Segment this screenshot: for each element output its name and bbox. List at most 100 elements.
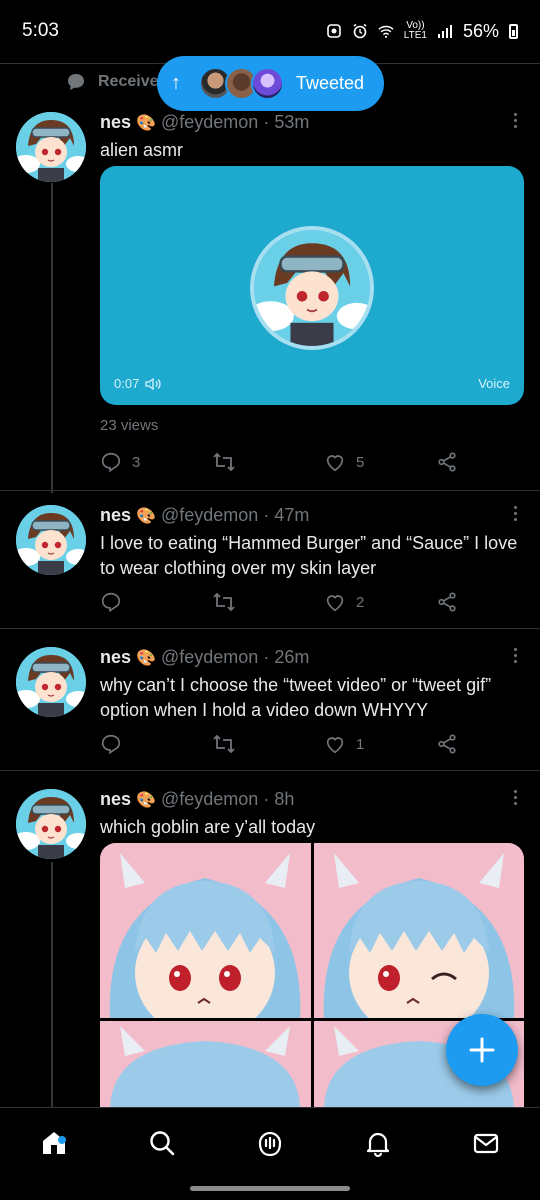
nav-spaces[interactable] [250, 1128, 290, 1168]
share-icon [438, 592, 456, 612]
alarm-icon [353, 23, 367, 39]
like-count: 1 [356, 735, 365, 753]
more-options-icon[interactable] [514, 790, 518, 808]
display-name[interactable]: nes [100, 505, 131, 525]
handle[interactable]: @feydemon [161, 112, 258, 132]
media-image[interactable] [313, 843, 524, 1018]
display-name[interactable]: nes [100, 647, 131, 667]
share-button[interactable] [436, 591, 460, 613]
heart-icon [326, 737, 344, 754]
retweet-button[interactable] [212, 733, 324, 755]
timestamp[interactable]: 8h [274, 789, 294, 809]
display-name[interactable]: nes [100, 112, 131, 132]
retweet-button[interactable] [212, 591, 324, 613]
voice-avatar [250, 226, 374, 350]
share-icon [438, 734, 456, 754]
tweet-actions: 1 [100, 731, 460, 757]
share-button[interactable] [436, 733, 460, 755]
tweet-header: nes 🎨 @feydemon · 53m [100, 110, 524, 136]
timestamp[interactable]: 47m [274, 505, 309, 525]
tweet-actions: 3 5 [100, 449, 460, 475]
avatar[interactable] [16, 647, 86, 717]
speaker-icon[interactable] [145, 377, 161, 391]
spaces-icon [258, 1131, 282, 1157]
tweet[interactable]: nes 🎨 @feydemon · 47m I love to eating “… [0, 503, 540, 628]
bell-icon [366, 1132, 390, 1158]
arrow-up-icon: ↑ [171, 72, 181, 94]
nav-search[interactable] [142, 1128, 182, 1168]
tweet-header: nes 🎨 @feydemon · 8h [100, 787, 524, 813]
voice-label: Voice [478, 376, 510, 391]
more-options-icon[interactable] [514, 648, 518, 666]
nav-home[interactable] [34, 1128, 74, 1168]
like-button[interactable]: 2 [324, 591, 436, 613]
wifi-icon [378, 25, 394, 38]
reply-button[interactable] [100, 591, 212, 613]
more-options-icon[interactable] [514, 113, 518, 131]
tweet[interactable]: nes 🎨 @feydemon · 26m why can’t I choose… [0, 645, 540, 770]
figure-photo [100, 1021, 310, 1108]
retweet-button[interactable] [212, 451, 324, 473]
like-count: 2 [356, 593, 365, 611]
nav-messages[interactable] [466, 1128, 506, 1168]
reply-button[interactable] [100, 733, 212, 755]
separator-dot: · [263, 112, 270, 132]
mail-icon [473, 1133, 499, 1154]
share-icon [438, 452, 456, 472]
like-button[interactable]: 5 [324, 451, 436, 473]
timestamp[interactable]: 53m [274, 112, 309, 132]
voice-duration: 0:07 [114, 376, 161, 391]
share-button[interactable] [436, 451, 460, 473]
display-name[interactable]: nes [100, 789, 131, 809]
handle[interactable]: @feydemon [161, 505, 258, 525]
tweet-divider [0, 490, 540, 491]
notification-dot [58, 1136, 66, 1144]
like-button[interactable]: 1 [324, 733, 436, 755]
media-image[interactable] [100, 843, 311, 1018]
heart-icon [326, 595, 344, 612]
media-image[interactable] [100, 1021, 311, 1108]
tweet-divider [0, 770, 540, 771]
figure-photo [100, 843, 310, 1018]
avatar[interactable] [16, 789, 86, 859]
reply-count: 3 [132, 453, 141, 471]
signal-icon [437, 25, 452, 38]
tweet-text: I love to eating “Hammed Burger” and “Sa… [100, 533, 518, 578]
profile-illustration [16, 789, 86, 859]
separator-dot: · [263, 505, 270, 525]
avatar[interactable] [16, 112, 86, 182]
status-icons: Vo)) LTE1 56% [326, 21, 518, 42]
views-count[interactable]: 23 views [100, 417, 158, 434]
voice-duration-text: 0:07 [114, 376, 140, 391]
tweet-text: which goblin are y’all today [100, 817, 316, 837]
new-tweets-pill[interactable]: ↑ Tweeted [157, 56, 384, 111]
separator-dot: · [263, 789, 270, 809]
tweet-body: nes 🎨 @feydemon · 47m I love to eating “… [100, 503, 524, 581]
retweet-icon [213, 452, 235, 472]
retweet-icon [213, 592, 235, 612]
name-emoji: 🎨 [136, 508, 156, 525]
home-indicator[interactable] [190, 1186, 350, 1191]
voice-card[interactable]: 0:07 Voice [100, 166, 524, 405]
lte-indicator: Vo)) LTE1 [404, 21, 427, 41]
avatar [251, 67, 284, 100]
avatar[interactable] [16, 505, 86, 575]
reply-button[interactable]: 3 [100, 451, 212, 473]
plus-icon [469, 1037, 495, 1063]
profile-illustration [16, 647, 86, 717]
heart-icon [326, 455, 344, 472]
tweet-text: alien asmr [100, 140, 184, 160]
more-options-icon[interactable] [514, 506, 518, 524]
received-row: Receive [66, 72, 159, 92]
battery-icon [509, 23, 518, 39]
name-emoji: 🎨 [136, 792, 156, 809]
compose-button[interactable] [446, 1014, 518, 1086]
tweet-body: nes 🎨 @feydemon · 8h which goblin are y’… [100, 787, 524, 840]
nav-notifications[interactable] [358, 1128, 398, 1168]
handle[interactable]: @feydemon [161, 647, 258, 667]
timestamp[interactable]: 26m [274, 647, 309, 667]
reply-icon [101, 452, 121, 473]
status-time: 5:03 [22, 20, 59, 41]
tweet[interactable]: nes 🎨 @feydemon · 53m alien asmr 0:07 Vo… [0, 110, 540, 494]
handle[interactable]: @feydemon [161, 789, 258, 809]
